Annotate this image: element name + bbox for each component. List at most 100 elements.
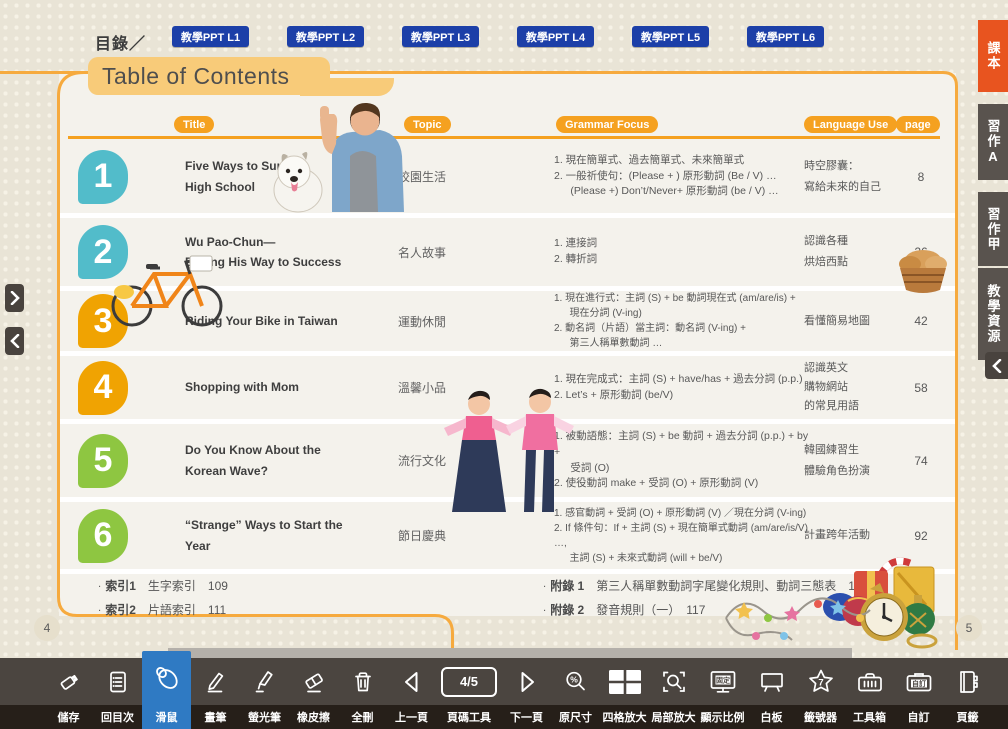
lesson-number-badge: 5 bbox=[78, 434, 128, 488]
lesson-number-badge: 1 bbox=[78, 150, 128, 204]
tool-custom[interactable]: 自訂 自訂 bbox=[894, 658, 943, 729]
ppt-l3-button[interactable]: 教學PPT L3 bbox=[402, 26, 479, 47]
lesson-title: Do You Know About the Korean Wave? bbox=[185, 424, 360, 497]
tool-prev-page[interactable]: 上一頁 bbox=[387, 658, 436, 729]
display-ratio-icon: 固定 bbox=[698, 658, 747, 705]
eraser-icon bbox=[289, 658, 338, 705]
chevron-right-icon bbox=[10, 291, 20, 305]
page-forward-button[interactable] bbox=[5, 284, 24, 312]
page-indicator-value: 4/5 bbox=[441, 667, 497, 697]
toc-breadcrumb-label: 目錄／ bbox=[95, 30, 146, 54]
lesson-language-use: 韓國練習生 體驗角色扮演 bbox=[804, 424, 899, 497]
tab-textbook[interactable]: 課本 bbox=[978, 20, 1008, 92]
tool-next-page[interactable]: 下一頁 bbox=[502, 658, 551, 729]
ppt-l6-button[interactable]: 教學PPT L6 bbox=[747, 26, 824, 47]
lesson-grammar: 1. 現在簡單式、過去簡單式、未來簡單式 2. 一般祈使句：(Please + … bbox=[554, 140, 816, 213]
tool-mouse[interactable]: 滑鼠 bbox=[142, 651, 191, 729]
ebook-reader-window: 目錄／ 教學PPT L1 教學PPT L2 教學PPT L3 教學PPT L4 … bbox=[0, 0, 1008, 729]
tool-number-picker[interactable]: 7 籤號器 bbox=[796, 658, 845, 729]
string-lights bbox=[722, 588, 872, 655]
toolbox-icon bbox=[845, 658, 894, 705]
orange-bicycle bbox=[106, 250, 228, 335]
page-tabs-icon bbox=[943, 658, 992, 705]
tool-region-zoom[interactable]: 局部放大 bbox=[649, 658, 698, 729]
mouse-icon bbox=[142, 651, 191, 705]
tool-original-size[interactable]: % 原尺寸 bbox=[551, 658, 600, 729]
tab-workbook-a[interactable]: 習作A bbox=[978, 104, 1008, 180]
lesson-language-use: 認識各種 烘焙西點 bbox=[804, 218, 899, 286]
bottom-toolbar: 儲存 回目次 滑鼠 bbox=[0, 658, 1008, 729]
svg-text:自訂: 自訂 bbox=[912, 678, 926, 687]
custom-tool-icon: 自訂 bbox=[894, 658, 943, 705]
usb-icon bbox=[44, 658, 93, 705]
column-header-title: Title bbox=[174, 116, 214, 133]
whiteboard-icon bbox=[747, 658, 796, 705]
pen-icon bbox=[191, 658, 240, 705]
column-header-grammar: Grammar Focus bbox=[556, 116, 658, 133]
page-number-left: 4 bbox=[34, 615, 60, 641]
tool-eraser[interactable]: 橡皮擦 bbox=[289, 658, 338, 729]
toc-list-icon bbox=[93, 658, 142, 705]
collapse-rail-button[interactable] bbox=[985, 352, 1008, 379]
lesson-grammar: 1. 連接詞 2. 轉折詞 bbox=[554, 218, 816, 286]
index-entry: ‧索引1 生字索引 109 bbox=[98, 575, 228, 599]
tab-workbook-jia[interactable]: 習作甲 bbox=[978, 192, 1008, 266]
column-header-topic: Topic bbox=[404, 116, 451, 133]
tool-whiteboard[interactable]: 白板 bbox=[747, 658, 796, 729]
index-list-left: ‧索引1 生字索引 109 ‧索引2 片語索引 111 bbox=[98, 575, 228, 623]
lesson-title: “Strange” Ways to Start the Year bbox=[185, 502, 360, 569]
svg-text:7: 7 bbox=[818, 677, 823, 688]
lesson-language-use: 看懂簡易地圖 bbox=[804, 291, 899, 351]
page-indicator-box: 4/5 bbox=[436, 658, 502, 705]
svg-text:%: % bbox=[570, 674, 578, 684]
ppt-l2-button[interactable]: 教學PPT L2 bbox=[287, 26, 364, 47]
lesson-grammar: 1. 現在完成式：主詞 (S) + have/has + 過去分詞 (p.p.)… bbox=[554, 356, 816, 419]
lesson-grammar: 1. 感官動詞 + 受詞 (O) + 原形動詞 (V) ／現在分詞 (V-ing… bbox=[554, 502, 816, 569]
tool-save[interactable]: 儲存 bbox=[44, 658, 93, 729]
tab-teaching-resources[interactable]: 教學資源 bbox=[978, 268, 1008, 360]
highlighter-icon bbox=[240, 658, 289, 705]
ppt-button-row: 教學PPT L1 教學PPT L2 教學PPT L3 教學PPT L4 教學PP… bbox=[172, 26, 824, 47]
column-header-page: page bbox=[896, 116, 940, 133]
lesson-topic: 運動休閒 bbox=[398, 291, 488, 351]
tool-delete-all[interactable]: 全刪 bbox=[338, 658, 387, 729]
bread-basket bbox=[892, 238, 954, 299]
lesson-title: Shopping with Mom bbox=[185, 356, 360, 419]
next-page-icon bbox=[502, 658, 551, 705]
chevron-left-icon bbox=[10, 334, 20, 348]
tool-four-grid-zoom[interactable]: 四格放大 bbox=[600, 658, 649, 729]
column-header-language: Language Use bbox=[804, 116, 897, 133]
star-number-icon: 7 bbox=[796, 658, 845, 705]
ppt-l4-button[interactable]: 教學PPT L4 bbox=[517, 26, 594, 47]
ppt-l5-button[interactable]: 教學PPT L5 bbox=[632, 26, 709, 47]
lesson-number-badge: 4 bbox=[78, 361, 128, 415]
lesson-page-number: 74 bbox=[898, 424, 944, 497]
lesson-number-badge: 6 bbox=[78, 509, 128, 563]
tool-display-ratio[interactable]: 固定 顯示比例 bbox=[698, 658, 747, 729]
four-grid-icon bbox=[600, 658, 649, 705]
tool-back-to-toc[interactable]: 回目次 bbox=[93, 658, 142, 729]
lesson-topic: 名人故事 bbox=[398, 218, 488, 286]
lesson-page-number: 58 bbox=[898, 356, 944, 419]
lesson-language-use: 認識英文 購物網站 的常見用語 bbox=[804, 356, 899, 419]
lesson-grammar: 1. 被動語態：主詞 (S) + be 動詞 + 過去分詞 (p.p.) + b… bbox=[554, 424, 816, 497]
lesson-language-use: 時空膠囊： 寫給未來的自己 bbox=[804, 140, 899, 213]
toc-row-1: 1 Five Ways to Survive High School 校園生活 … bbox=[60, 140, 955, 213]
tool-pen[interactable]: 畫筆 bbox=[191, 658, 240, 729]
tool-toolbox[interactable]: 工具箱 bbox=[845, 658, 894, 729]
ppt-l1-button[interactable]: 教學PPT L1 bbox=[172, 26, 249, 47]
zoom-percent-icon: % bbox=[551, 658, 600, 705]
lesson-grammar: 1. 現在進行式：主詞 (S) + be 動詞現在式 (am/are/is) +… bbox=[554, 291, 816, 351]
tool-highlighter[interactable]: 螢光筆 bbox=[240, 658, 289, 729]
lesson-page-number: 8 bbox=[898, 140, 944, 213]
tool-page-indicator[interactable]: 4/5 頁碼工具 bbox=[436, 658, 502, 729]
student-with-dog-photo bbox=[272, 94, 407, 218]
page-back-button[interactable] bbox=[5, 327, 24, 355]
prev-page-icon bbox=[387, 658, 436, 705]
header-underline bbox=[68, 136, 940, 139]
page-title: Table of Contents bbox=[88, 57, 330, 95]
tool-page-tabs[interactable]: 頁籤 bbox=[943, 658, 992, 729]
hanbok-couple bbox=[432, 388, 590, 523]
lesson-page-number: 42 bbox=[898, 291, 944, 351]
lesson-topic: 校園生活 bbox=[398, 140, 488, 213]
